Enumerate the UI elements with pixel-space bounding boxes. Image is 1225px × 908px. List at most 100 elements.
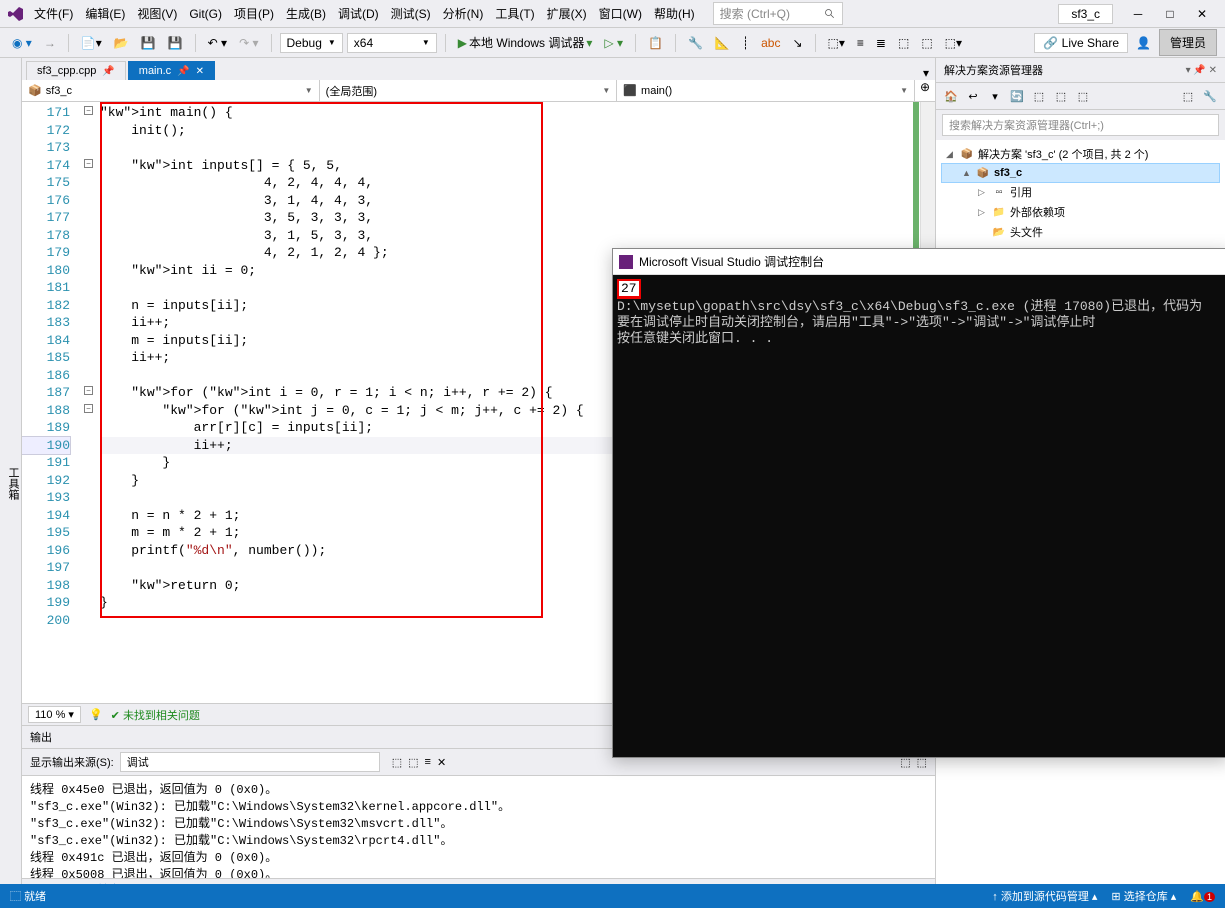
feedback-button[interactable]: 👤	[1132, 34, 1155, 52]
pin-icon[interactable]: 📌	[102, 66, 114, 77]
se-home-icon[interactable]: 🏠	[942, 87, 960, 105]
output-source-label: 显示输出来源(S):	[30, 754, 114, 770]
out-btn2[interactable]: ⬚	[408, 756, 418, 769]
menu-项目P[interactable]: 项目(P)	[228, 5, 280, 23]
project-name-label: sf3_c	[1058, 4, 1113, 24]
se-btn8[interactable]: ⬚	[1179, 87, 1197, 105]
vs-icon	[619, 255, 633, 269]
se-wrench-icon[interactable]: 🔧	[1201, 87, 1219, 105]
output-source-dropdown[interactable]: 调试	[120, 752, 380, 772]
save-all-button[interactable]: 💾	[164, 34, 187, 52]
nav-back-button[interactable]: ◉ ▾	[8, 34, 36, 52]
save-button[interactable]: 💾	[137, 34, 160, 52]
admin-badge: 管理员	[1159, 29, 1217, 56]
start-nodebug-button[interactable]: ▷ ▾	[600, 34, 627, 52]
console-titlebar[interactable]: Microsoft Visual Studio 调试控制台	[613, 249, 1225, 275]
menu-调试D[interactable]: 调试(D)	[332, 5, 385, 23]
fold-toggle[interactable]: −	[84, 106, 93, 115]
titlebar: 文件(F)编辑(E)视图(V)Git(G)项目(P)生成(B)调试(D)测试(S…	[0, 0, 1225, 28]
new-button[interactable]: 📄▾	[77, 34, 106, 52]
out-btn1[interactable]: ⬚	[392, 756, 402, 769]
tb-icon-6[interactable]: ↘	[788, 34, 806, 52]
se-btn7[interactable]: ⬚	[1074, 87, 1092, 105]
se-btn3[interactable]: ▾	[986, 87, 1004, 105]
doc-tab[interactable]: sf3_cpp.cpp📌	[26, 61, 126, 80]
status-src-ctrl[interactable]: ↑ 添加到源代码管理 ▴	[992, 888, 1097, 904]
tb-icon-4[interactable]: ┊	[738, 34, 753, 52]
se-back-icon[interactable]: ↩	[964, 87, 982, 105]
menu-测试S[interactable]: 测试(S)	[385, 5, 437, 23]
out-btn4[interactable]: ✕	[437, 756, 446, 769]
tree-item[interactable]: 📂头文件	[942, 222, 1219, 242]
tb-icon-5[interactable]: abc	[757, 34, 784, 52]
left-tool-strip[interactable]: 工具箱	[0, 58, 22, 900]
menu-生成B[interactable]: 生成(B)	[280, 5, 332, 23]
debug-console-window[interactable]: Microsoft Visual Studio 调试控制台 27 D:\myse…	[612, 248, 1225, 758]
se-btn6[interactable]: ⬚	[1052, 87, 1070, 105]
issues-status: ✔ 未找到相关问题	[111, 707, 200, 723]
nav-scope-dropdown[interactable]: (全局范围)▼	[320, 80, 618, 101]
tb-icon-1[interactable]: 📋	[644, 34, 667, 52]
solution-search-input[interactable]: 搜索解决方案资源管理器(Ctrl+;)	[942, 114, 1219, 136]
nav-project-dropdown[interactable]: 📦sf3_c▼	[22, 80, 320, 101]
tb-icon-8[interactable]: ≡	[853, 34, 868, 52]
tb-icon-9[interactable]: ≣	[872, 34, 890, 52]
tb-icon-12[interactable]: ⬚▾	[941, 34, 966, 52]
tb-icon-2[interactable]: 🔧	[684, 34, 707, 52]
start-debug-button[interactable]: ▶ 本地 Windows 调试器 ▾	[454, 32, 597, 53]
lightbulb-icon[interactable]: 💡	[89, 708, 103, 721]
platform-dropdown[interactable]: x64▼	[347, 33, 437, 53]
menu-窗口W[interactable]: 窗口(W)	[593, 5, 648, 23]
status-repo[interactable]: ⊞ 选择仓库 ▴	[1111, 888, 1176, 904]
tree-item[interactable]: ▷📁外部依赖项	[942, 202, 1219, 222]
nav-fwd-button[interactable]: →	[40, 34, 60, 52]
status-bell-icon[interactable]: 🔔1	[1190, 890, 1215, 903]
fold-toggle[interactable]: −	[84, 386, 93, 395]
status-bar: ⬚ 就绪 ↑ 添加到源代码管理 ▴ ⊞ 选择仓库 ▴ 🔔1	[0, 884, 1225, 908]
maximize-button[interactable]: □	[1155, 2, 1185, 26]
output-text[interactable]: 线程 0x45e0 已退出，返回值为 0 (0x0)。 "sf3_c.exe"(…	[22, 776, 935, 878]
status-ready: ⬚ 就绪	[10, 888, 46, 904]
close-button[interactable]: ✕	[1187, 2, 1217, 26]
fold-toggle[interactable]: −	[84, 159, 93, 168]
tab-overflow-button[interactable]: ▾	[917, 66, 935, 80]
minimize-button[interactable]: ─	[1123, 2, 1153, 26]
fold-toggle[interactable]: −	[84, 404, 93, 413]
menu-编辑E[interactable]: 编辑(E)	[79, 5, 131, 23]
menu-工具T[interactable]: 工具(T)	[489, 5, 540, 23]
nav-bar: 📦sf3_c▼ (全局范围)▼ ⬛main()▼ ⊕	[22, 80, 935, 102]
pin-icon[interactable]: 📌	[177, 66, 189, 77]
solution-title: 解决方案资源管理器	[944, 62, 1043, 78]
se-sync-icon[interactable]: 🔄	[1008, 87, 1026, 105]
redo-button[interactable]: ↷ ▾	[235, 34, 262, 52]
console-body[interactable]: 27 D:\mysetup\gopath\src\dsy\sf3_c\x64\D…	[613, 275, 1225, 757]
doc-tab[interactable]: main.c📌✕	[128, 61, 215, 80]
global-search-input[interactable]: 搜索 (Ctrl+Q)	[713, 2, 843, 25]
close-tab-icon[interactable]: ✕	[196, 66, 204, 77]
solution-root[interactable]: 解决方案 'sf3_c' (2 个项目, 共 2 个)	[978, 146, 1148, 162]
vs-logo-icon	[8, 6, 24, 22]
live-share-button[interactable]: 🔗 Live Share	[1034, 33, 1128, 53]
config-dropdown[interactable]: Debug▼	[280, 33, 343, 53]
nav-member-dropdown[interactable]: ⬛main()▼	[617, 80, 915, 101]
tb-icon-7[interactable]: ⬚▾	[824, 34, 849, 52]
menu-扩展X[interactable]: 扩展(X)	[541, 5, 593, 23]
out-btn3[interactable]: ≡	[425, 756, 431, 768]
undo-button[interactable]: ↶ ▾	[204, 34, 231, 52]
menu-视图V[interactable]: 视图(V)	[131, 5, 183, 23]
se-btn5[interactable]: ⬚	[1030, 87, 1048, 105]
tb-icon-3[interactable]: 📐	[711, 34, 734, 52]
open-button[interactable]: 📂	[110, 34, 133, 52]
tree-item[interactable]: ▷▫▫引用	[942, 182, 1219, 202]
menu-分析N[interactable]: 分析(N)	[437, 5, 490, 23]
zoom-dropdown[interactable]: 110 % ▾	[28, 706, 81, 723]
menu-GitG[interactable]: Git(G)	[183, 5, 228, 23]
tb-icon-10[interactable]: ⬚	[894, 34, 913, 52]
menu-文件F[interactable]: 文件(F)	[28, 5, 79, 23]
search-icon	[824, 8, 836, 20]
tree-item[interactable]: ▲📦sf3_c	[942, 164, 1219, 182]
menu-帮助H[interactable]: 帮助(H)	[648, 5, 701, 23]
split-button[interactable]: ⊕	[915, 80, 935, 101]
tb-icon-11[interactable]: ⬚	[917, 34, 936, 52]
console-result: 27	[619, 281, 639, 296]
